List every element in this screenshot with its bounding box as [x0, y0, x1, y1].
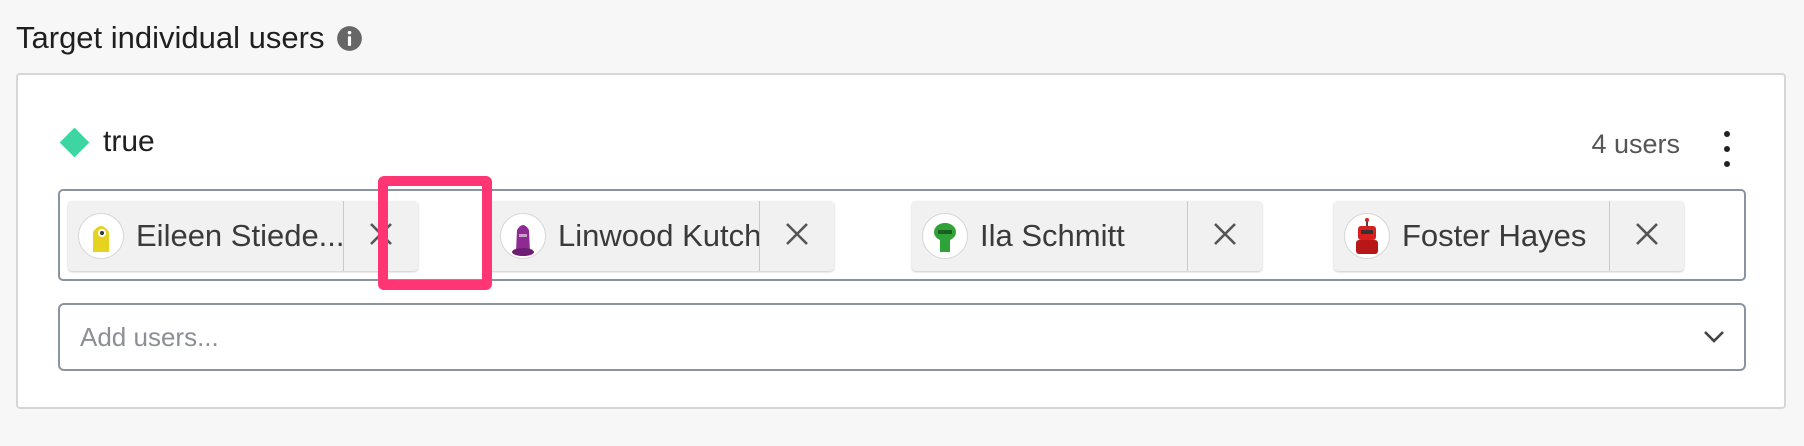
- avatar-icon: [1344, 213, 1390, 259]
- remove-user-button[interactable]: [343, 201, 418, 271]
- user-chip-name: Foster Hayes: [1402, 218, 1587, 253]
- remove-user-button[interactable]: [759, 201, 834, 271]
- chevron-down-icon[interactable]: [1684, 305, 1744, 369]
- user-chip: Ila Schmitt: [912, 201, 1262, 271]
- user-chip-main: Eileen Stiede...: [68, 201, 343, 271]
- avatar-icon: [78, 213, 124, 259]
- user-chip-main: Linwood Kutch: [490, 201, 759, 271]
- add-users-input[interactable]: [60, 304, 1684, 370]
- section-title: Target individual users: [16, 20, 325, 55]
- variation-diamond-icon: [59, 127, 90, 157]
- user-chip-main: Foster Hayes: [1334, 201, 1609, 271]
- info-icon[interactable]: [336, 25, 363, 52]
- user-chip-name: Linwood Kutch: [558, 218, 759, 253]
- user-chips-field[interactable]: Eileen Stiede... Linwood Kutch Ila Schmi…: [58, 189, 1746, 281]
- user-chip-name: Eileen Stiede...: [136, 218, 343, 253]
- user-chip: Linwood Kutch: [490, 201, 834, 271]
- remove-user-button[interactable]: [1609, 201, 1684, 271]
- user-count: 4 users: [1591, 129, 1680, 159]
- user-chip-main: Ila Schmitt: [912, 201, 1187, 271]
- kebab-menu-icon[interactable]: [1712, 131, 1742, 167]
- variation-header: true: [59, 125, 155, 159]
- avatar-icon: [922, 213, 968, 259]
- remove-user-button[interactable]: [1187, 201, 1262, 271]
- user-chip-name: Ila Schmitt: [980, 218, 1125, 253]
- add-users-select[interactable]: [58, 303, 1746, 371]
- close-icon: [368, 221, 394, 252]
- close-icon: [784, 221, 810, 252]
- close-icon: [1634, 221, 1660, 252]
- close-icon: [1212, 221, 1238, 252]
- user-chip: Foster Hayes: [1334, 201, 1684, 271]
- variation-label: true: [103, 125, 155, 158]
- avatar-icon: [500, 213, 546, 259]
- section-header: Target individual users: [16, 18, 363, 58]
- user-chip: Eileen Stiede...: [68, 201, 418, 271]
- variation-card: true 4 users Eileen Stiede... Linwood Ku…: [16, 73, 1786, 409]
